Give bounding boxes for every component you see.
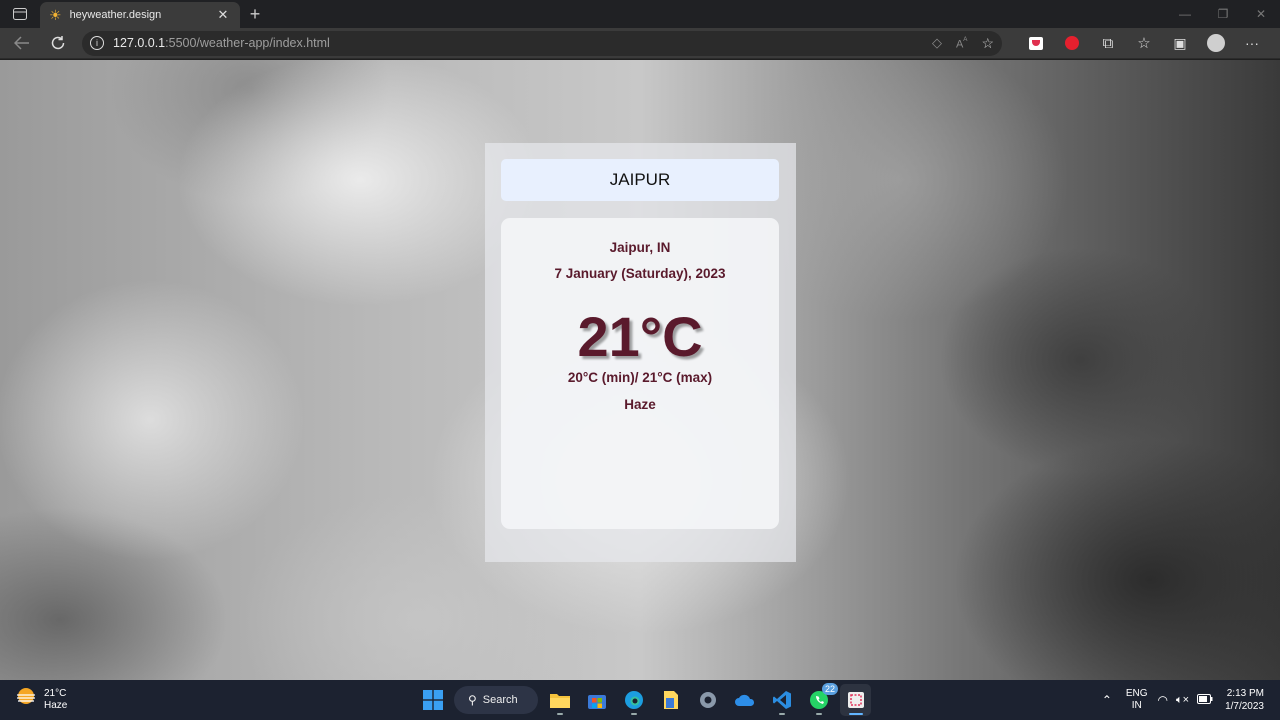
favorites-icon[interactable]: ☆ (1126, 29, 1162, 57)
close-window-icon[interactable]: ✕ (1242, 0, 1280, 28)
clock-time: 2:13 PM (1226, 688, 1264, 699)
url-path: :5500/weather-app/index.html (165, 36, 330, 50)
notepad-file-icon[interactable] (655, 684, 686, 716)
weather-app-container: Jaipur, IN 7 January (Saturday), 2023 21… (485, 143, 796, 562)
whatsapp-icon[interactable]: 22 (803, 683, 838, 716)
min-max-temperature: 20°C (min)/ 21°C (max) (567, 370, 713, 385)
pocket-extension-icon[interactable] (1018, 29, 1054, 57)
taskbar-search-button[interactable]: ⚲ Search (454, 686, 538, 714)
maximize-icon[interactable]: ❐ (1204, 0, 1242, 28)
file-explorer-icon[interactable] (544, 684, 575, 716)
language-indicator[interactable]: ENG IN (1126, 688, 1148, 712)
show-hidden-icons-chevron-icon[interactable]: ⌃ (1102, 693, 1112, 707)
widget-temperature: 21°C (44, 687, 67, 699)
extension-red-icon[interactable] (1054, 29, 1090, 57)
volume-muted-icon[interactable]: 🔈︎× (1176, 694, 1189, 707)
temperature-value: 21°C (577, 305, 703, 368)
onedrive-icon[interactable] (729, 684, 760, 716)
taskbar-apps: ⚲ Search 22 (417, 683, 871, 716)
weather-condition: Haze (624, 397, 656, 412)
battery-icon[interactable] (1197, 691, 1213, 709)
tag-icon[interactable]: ◇ (932, 35, 942, 51)
info-icon[interactable]: i (90, 36, 104, 50)
settings-more-icon[interactable]: ··· (1234, 29, 1270, 57)
extensions-puzzle-icon[interactable]: ⧉ (1090, 29, 1126, 57)
browser-toolbar: i 127.0.0.1 :5500/weather-app/index.html… (0, 28, 1280, 59)
address-bar[interactable]: i 127.0.0.1 :5500/weather-app/index.html… (82, 30, 1002, 56)
language-code: ENG (1125, 688, 1148, 699)
wifi-icon[interactable]: ◠ (1158, 693, 1168, 707)
url-host: 127.0.0.1 (113, 36, 166, 50)
new-tab-button[interactable]: + (240, 0, 270, 28)
windows-taskbar: 21°C Haze ⚲ Search 22 ⌃ ENG IN ◠ 🔈︎× 2:1… (0, 680, 1280, 720)
vscode-icon[interactable] (766, 684, 797, 716)
haze-sun-icon (14, 686, 38, 713)
start-button[interactable] (417, 684, 448, 716)
edge-browser-icon[interactable] (618, 684, 649, 716)
settings-gear-icon[interactable] (692, 684, 723, 716)
system-tray: ⌃ ENG IN ◠ 🔈︎× 2:13 PM 1/7/2023 (1102, 680, 1280, 720)
minimize-icon[interactable]: — (1166, 0, 1204, 28)
whatsapp-badge: 22 (821, 683, 838, 695)
profile-avatar[interactable] (1198, 29, 1234, 57)
browser-titlebar: ☀ heyweather.design ✕ + — ❐ ✕ (0, 0, 1280, 28)
weather-card: Jaipur, IN 7 January (Saturday), 2023 21… (501, 218, 779, 529)
refresh-icon[interactable] (40, 29, 76, 57)
browser-tab[interactable]: ☀ heyweather.design ✕ (40, 2, 240, 28)
snipping-tool-icon[interactable] (840, 684, 871, 716)
page-background: Jaipur, IN 7 January (Saturday), 2023 21… (0, 60, 1280, 680)
add-favorite-icon[interactable]: ☆ (981, 35, 994, 52)
widget-condition: Haze (44, 699, 68, 711)
sun-favicon-icon: ☀ (49, 6, 62, 23)
location-label: Jaipur, IN (609, 240, 671, 255)
clock[interactable]: 2:13 PM 1/7/2023 (1225, 687, 1264, 713)
read-aloud-icon[interactable]: Aᴬ (956, 35, 968, 51)
collections-icon[interactable]: ▣ (1162, 29, 1198, 57)
clock-date: 1/7/2023 (1225, 701, 1264, 712)
tab-title: heyweather.design (69, 9, 162, 21)
tab-close-icon[interactable]: ✕ (215, 7, 231, 23)
search-label: Search (482, 694, 518, 706)
date-label: 7 January (Saturday), 2023 (554, 266, 726, 281)
tab-actions-icon[interactable] (0, 0, 40, 28)
search-icon: ⚲ (468, 693, 477, 707)
region-code: IN (1131, 700, 1142, 711)
weather-widget[interactable]: 21°C Haze (14, 686, 67, 713)
city-search-input[interactable] (501, 159, 779, 201)
window-controls: — ❐ ✕ (1166, 0, 1280, 28)
back-icon[interactable] (4, 29, 40, 57)
microsoft-store-icon[interactable] (581, 684, 612, 716)
